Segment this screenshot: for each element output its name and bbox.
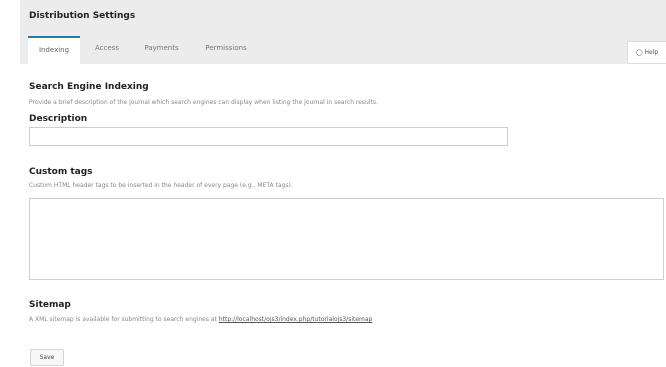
search-engine-indexing-description: Provide a brief description of the journ… [29, 99, 378, 106]
sitemap-link[interactable]: http://localhost/ojs3/index.php/tutorial… [219, 316, 373, 323]
custom-tags-title: Custom tags [29, 167, 93, 177]
sitemap-title: Sitemap [29, 300, 71, 310]
custom-tags-description: Custom HTML header tags to be inserted i… [29, 182, 293, 189]
tab-payments[interactable]: Payments [134, 36, 189, 64]
help-label: Help [644, 49, 659, 56]
help-circle-icon: ◯ [635, 49, 643, 56]
page-title: Distribution Settings [29, 11, 136, 21]
help-button[interactable]: ◯ Help [627, 41, 666, 64]
tab-indexing[interactable]: Indexing [28, 36, 80, 64]
tab-permissions[interactable]: Permissions [193, 36, 259, 64]
description-input[interactable] [29, 127, 508, 146]
sitemap-description: A XML sitemap is available for submittin… [29, 316, 372, 323]
sitemap-text: A XML sitemap is available for submittin… [29, 316, 217, 323]
tab-access[interactable]: Access [84, 36, 130, 64]
custom-tags-textarea[interactable] [29, 198, 664, 280]
search-engine-indexing-title: Search Engine Indexing [29, 82, 149, 92]
save-button[interactable]: Save [30, 349, 64, 366]
description-label: Description [29, 114, 88, 124]
